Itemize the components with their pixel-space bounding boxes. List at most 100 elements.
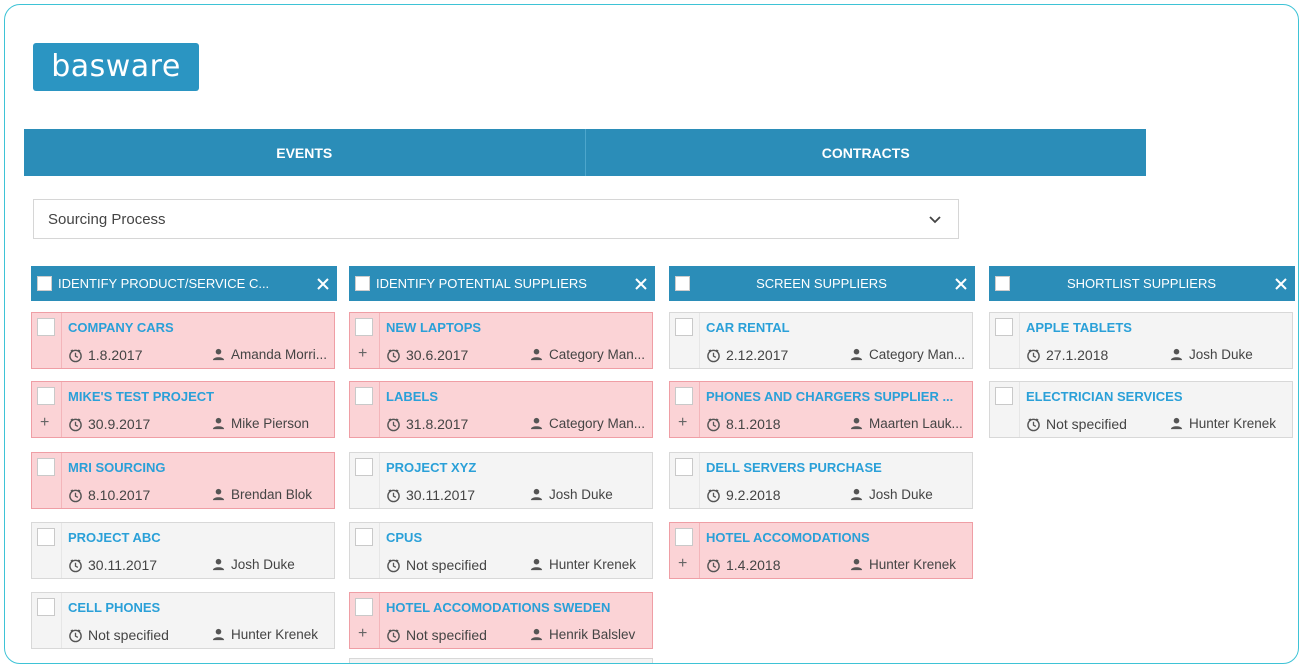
- close-icon[interactable]: [315, 276, 331, 292]
- project-owner-value: Category Man...: [549, 347, 646, 362]
- project-date: Not specified: [386, 557, 487, 573]
- project-name-link[interactable]: CELL PHONES: [68, 600, 326, 615]
- project-name-link[interactable]: CPUS: [386, 530, 644, 545]
- card-checkbox[interactable]: [355, 598, 373, 616]
- project-name-link[interactable]: PHONES AND CHARGERS SUPPLIER ...: [706, 389, 964, 404]
- plus-icon[interactable]: +: [678, 415, 687, 431]
- tab-contracts[interactable]: CONTRACTS: [584, 129, 1147, 176]
- project-name-link[interactable]: ELECTRICIAN SERVICES: [1026, 389, 1284, 404]
- process-select[interactable]: Sourcing Process: [33, 199, 959, 239]
- stage-select-checkbox[interactable]: [675, 276, 690, 291]
- stage-select-checkbox[interactable]: [37, 276, 52, 291]
- project-name-link[interactable]: CAR RENTAL: [706, 320, 964, 335]
- clock-icon: [1026, 417, 1041, 432]
- project-name-link[interactable]: PROJECT ABC: [68, 530, 326, 545]
- chevron-down-icon: [929, 216, 941, 224]
- card-checkbox[interactable]: [995, 387, 1013, 405]
- person-icon: [212, 348, 225, 361]
- card-gutter: [990, 313, 1020, 368]
- person-icon: [212, 558, 225, 571]
- stage-column: IDENTIFY PRODUCT/SERVICE C... COMPANY CAR…: [31, 266, 337, 649]
- project-owner-value: Brendan Blok: [231, 487, 313, 502]
- plus-icon[interactable]: +: [358, 626, 367, 642]
- project-card[interactable]: APPLE TABLETS 27.1.2018 Josh Duke: [989, 312, 1293, 369]
- clock-icon: [68, 558, 83, 573]
- project-card[interactable]: ELECTRICIAN SERVICES Not specified Hunter …: [989, 381, 1293, 438]
- stage-select-checkbox[interactable]: [995, 276, 1010, 291]
- project-card[interactable]: + MIKE'S TEST PROJECT 30.9.2017 Mike Pierso…: [31, 381, 335, 438]
- project-name-link[interactable]: MIKE'S TEST PROJECT: [68, 389, 326, 404]
- project-card[interactable]: MRI SOURCING 8.10.2017 Brendan Blok: [31, 452, 335, 509]
- project-card[interactable]: LABELS 31.8.2017 Category Man...: [349, 381, 653, 438]
- person-icon: [212, 628, 225, 641]
- card-checkbox[interactable]: [675, 528, 693, 546]
- project-owner-value: Hunter Krenek: [549, 557, 637, 572]
- project-date: 9.2.2018: [706, 487, 781, 503]
- project-date: 1.8.2017: [68, 347, 143, 363]
- card-checkbox[interactable]: [995, 318, 1013, 336]
- project-name-link[interactable]: NEW LAPTOPS: [386, 320, 644, 335]
- project-card[interactable]: PROJECT ABC 30.11.2017 Josh Duke: [31, 522, 335, 579]
- clock-icon: [386, 558, 401, 573]
- card-gutter: [350, 382, 380, 437]
- card-checkbox[interactable]: [37, 598, 55, 616]
- project-name-link[interactable]: HOTEL ACCOMODATIONS: [706, 530, 964, 545]
- clock-icon: [706, 417, 721, 432]
- tab-events[interactable]: EVENTS: [24, 129, 585, 176]
- person-icon: [530, 348, 543, 361]
- app-frame: basware EVENTS CONTRACTS Sourcing Proces…: [4, 4, 1299, 664]
- project-card[interactable]: COMPANY CARS 1.8.2017 Amanda Morri...: [31, 312, 335, 369]
- stage-title: IDENTIFY PRODUCT/SERVICE C...: [58, 276, 270, 291]
- card-checkbox[interactable]: [355, 458, 373, 476]
- project-name-link[interactable]: COMPANY CARS: [68, 320, 326, 335]
- stage-title: SHORTLIST SUPPLIERS: [1066, 276, 1217, 291]
- plus-icon[interactable]: +: [40, 415, 49, 431]
- project-owner-value: Maarten Lauk...: [869, 416, 963, 431]
- project-card[interactable]: + HOTEL ACCOMODATIONS 1.4.2018 Hunter Krene…: [669, 522, 973, 579]
- project-name-link[interactable]: DELL SERVERS PURCHASE: [706, 460, 964, 475]
- stage-header: SHORTLIST SUPPLIERS: [989, 266, 1295, 301]
- project-card[interactable]: CAR RENTAL 2.12.2017 Category Man...: [669, 312, 973, 369]
- project-card[interactable]: CELL PHONES Not specified Hunter Krenek: [31, 592, 335, 649]
- plus-icon[interactable]: +: [678, 556, 687, 572]
- project-date-value: Not specified: [88, 627, 169, 643]
- close-icon[interactable]: [1273, 276, 1289, 292]
- card-checkbox[interactable]: [355, 318, 373, 336]
- person-icon: [850, 558, 863, 571]
- card-checkbox[interactable]: [675, 318, 693, 336]
- card-checkbox[interactable]: [37, 387, 55, 405]
- close-icon[interactable]: [953, 276, 969, 292]
- project-card[interactable]: DELL SERVERS PURCHASE 9.2.2018 Josh Duke: [669, 452, 973, 509]
- project-date-value: Not specified: [406, 557, 487, 573]
- project-owner: Category Man...: [850, 347, 970, 362]
- project-card[interactable]: + NEW LAPTOPS 30.6.2017 Category Man...: [349, 312, 653, 369]
- project-owner-value: Hunter Krenek: [231, 627, 319, 642]
- project-card[interactable]: + HOTEL ACCOMODATIONS SWEDEN Not specified…: [349, 592, 653, 649]
- clock-icon: [68, 628, 83, 643]
- project-date-value: 30.11.2017: [88, 557, 158, 573]
- project-name-link[interactable]: PROJECT XYZ: [386, 460, 644, 475]
- project-name-link[interactable]: LABELS: [386, 389, 644, 404]
- project-card[interactable]: + PHONES AND CHARGERS SUPPLIER ... 8.1.201…: [669, 381, 973, 438]
- project-card[interactable]: [349, 658, 653, 663]
- close-icon[interactable]: [633, 276, 649, 292]
- clock-icon: [386, 628, 401, 643]
- card-checkbox[interactable]: [675, 387, 693, 405]
- card-checkbox[interactable]: [37, 318, 55, 336]
- card-checkbox[interactable]: [37, 528, 55, 546]
- stage-select-checkbox[interactable]: [355, 276, 370, 291]
- project-card[interactable]: PROJECT XYZ 30.11.2017 Josh Duke: [349, 452, 653, 509]
- card-checkbox[interactable]: [675, 458, 693, 476]
- project-card[interactable]: CPUS Not specified Hunter Krenek: [349, 522, 653, 579]
- card-gutter: +: [350, 313, 380, 368]
- project-name-link[interactable]: APPLE TABLETS: [1026, 320, 1284, 335]
- plus-icon[interactable]: +: [358, 346, 367, 362]
- clock-icon: [68, 417, 83, 432]
- card-checkbox[interactable]: [355, 387, 373, 405]
- card-checkbox[interactable]: [37, 458, 55, 476]
- project-owner: Brendan Blok: [212, 487, 332, 502]
- clock-icon: [386, 488, 401, 503]
- project-name-link[interactable]: HOTEL ACCOMODATIONS SWEDEN: [386, 600, 644, 615]
- project-name-link[interactable]: MRI SOURCING: [68, 460, 326, 475]
- card-checkbox[interactable]: [355, 528, 373, 546]
